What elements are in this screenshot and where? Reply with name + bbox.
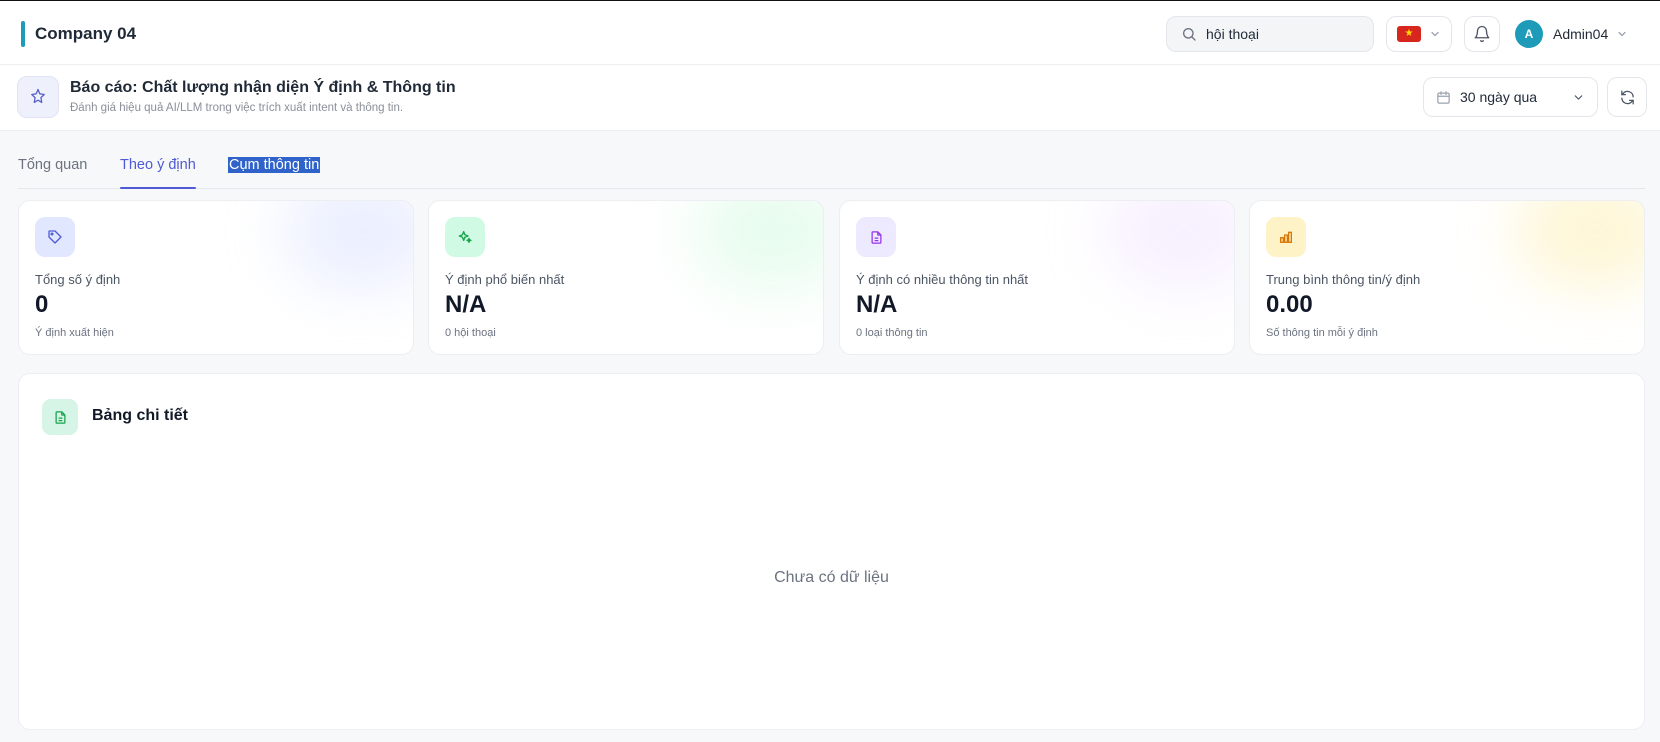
icon-box — [35, 217, 75, 257]
stat-subtext: Ý định xuất hiện — [35, 327, 114, 339]
search-icon — [1183, 28, 1196, 41]
refresh-button[interactable] — [1607, 77, 1647, 117]
stat-value: N/A — [856, 291, 898, 318]
stat-card-average-info: Trung bình thông tin/ý định 0.00 Số thôn… — [1249, 200, 1645, 355]
stat-subtext: 0 hội thoại — [445, 327, 496, 339]
stat-subtext: Số thông tin mỗi ý định — [1266, 327, 1378, 339]
avatar: A — [1515, 20, 1543, 48]
report-subtitle: Đánh giá hiệu quả AI/LLM trong việc tríc… — [70, 102, 404, 114]
stat-value: 0.00 — [1266, 291, 1313, 318]
document-icon — [871, 230, 881, 244]
icon-box — [1266, 217, 1306, 257]
stat-label: Ý định phổ biến nhất — [445, 272, 565, 287]
stat-value: 0 — [35, 291, 49, 318]
date-range-label: 30 ngày qua — [1460, 89, 1538, 105]
chevron-down-icon — [1618, 31, 1626, 37]
language-selector[interactable]: ★ — [1386, 16, 1452, 52]
user-name: Admin04 — [1553, 26, 1609, 42]
chevron-down-icon — [1574, 94, 1583, 100]
tab-by-intent[interactable]: Theo ý định — [120, 157, 196, 189]
tag-icon — [48, 230, 62, 244]
calendar-icon — [1437, 90, 1450, 104]
stat-card-total-intents: Tổng số ý định 0 Ý định xuất hiện — [18, 200, 414, 355]
brand: Company 04 — [21, 21, 136, 47]
tab-info-clusters[interactable]: Cụm thông tin — [228, 157, 321, 173]
detail-table-panel: Bảng chi tiết Chưa có dữ liệu — [18, 373, 1645, 730]
card-glow — [283, 201, 413, 291]
card-glow — [1514, 201, 1644, 291]
bar-chart-icon — [1280, 231, 1292, 243]
refresh-icon — [1620, 89, 1634, 105]
user-menu[interactable]: A Admin04 — [1515, 19, 1628, 49]
top-bar: Company 04 ★ A Admin04 — [0, 0, 1660, 65]
icon-box — [856, 217, 896, 257]
stat-card-most-info-intent: Ý định có nhiều thông tin nhất N/A 0 loạ… — [839, 200, 1235, 355]
report-title: Báo cáo: Chất lượng nhận diện Ý định & T… — [70, 79, 456, 96]
stat-card-most-common-intent: Ý định phổ biến nhất N/A 0 hội thoại — [428, 200, 824, 355]
detail-title: Bảng chi tiết — [92, 407, 189, 424]
card-glow — [1104, 201, 1234, 291]
company-name: Company 04 — [35, 24, 137, 43]
report-icon-box — [17, 76, 59, 118]
stat-label: Tổng số ý định — [35, 272, 121, 287]
search-input[interactable] — [1206, 26, 1366, 42]
bell-icon — [1474, 25, 1490, 43]
notifications-button[interactable] — [1464, 16, 1500, 52]
icon-box — [445, 217, 485, 257]
sparkles-icon — [458, 231, 472, 243]
stat-label: Trung bình thông tin/ý định — [1266, 272, 1421, 287]
report-header: Báo cáo: Chất lượng nhận diện Ý định & T… — [0, 65, 1660, 131]
detail-icon-box — [42, 399, 78, 435]
chevron-down-icon — [1431, 31, 1439, 37]
stat-value: N/A — [445, 291, 487, 318]
sparkle-star-icon — [31, 88, 45, 104]
empty-state-message: Chưa có dữ liệu — [774, 569, 889, 586]
stat-label: Ý định có nhiều thông tin nhất — [856, 272, 1029, 287]
vn-flag-icon: ★ — [1397, 26, 1421, 42]
brand-accent-bar — [21, 21, 25, 47]
card-glow — [693, 201, 823, 291]
search-box[interactable] — [1166, 16, 1374, 52]
stat-subtext: 0 loại thông tin — [856, 327, 928, 339]
report-tabs: Tổng quan Theo ý định Cụm thông tin — [18, 146, 1645, 189]
document-icon — [55, 410, 65, 424]
tab-overview[interactable]: Tổng quan — [18, 157, 87, 173]
date-range-select[interactable]: 30 ngày qua — [1423, 77, 1598, 117]
